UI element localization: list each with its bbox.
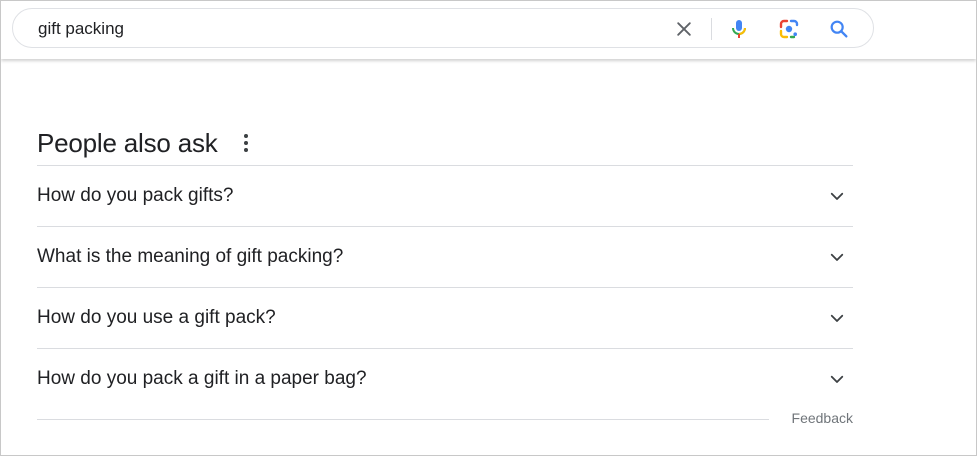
browser-viewport: People also ask How do you pack gifts? W… [0,0,977,456]
search-icon [830,20,848,38]
chevron-down-icon [825,245,849,269]
voice-search-button[interactable] [723,13,755,45]
feedback-link[interactable]: Feedback [792,410,853,426]
feedback-row: Feedback [37,407,853,431]
paa-question-text: How do you use a gift pack? [37,307,276,328]
search-submit-button[interactable] [823,13,855,45]
people-also-ask: People also ask How do you pack gifts? W… [37,121,853,409]
paa-question[interactable]: How do you pack gifts? [37,166,853,227]
camera-lens-icon [779,19,799,39]
microphone-icon [732,20,746,38]
paa-question[interactable]: How do you use a gift pack? [37,288,853,349]
feedback-divider [37,419,769,420]
more-vert-icon[interactable] [238,131,254,155]
search-input[interactable] [38,18,638,40]
paa-question-text: How do you pack a gift in a paper bag? [37,368,367,389]
paa-question-text: How do you pack gifts? [37,185,234,206]
chevron-down-icon [825,184,849,208]
paa-question-text: What is the meaning of gift packing? [37,246,344,267]
image-search-button[interactable] [773,13,805,45]
search-header [1,1,976,59]
chevron-down-icon [825,367,849,391]
search-divider [711,18,712,40]
paa-header: People also ask [37,121,853,165]
clear-search-button[interactable] [668,13,700,45]
paa-question[interactable]: How do you pack a gift in a paper bag? [37,349,853,409]
chevron-down-icon [825,306,849,330]
paa-list: How do you pack gifts? What is the meani… [37,165,853,409]
paa-question[interactable]: What is the meaning of gift packing? [37,227,853,288]
close-icon [677,22,691,36]
search-box[interactable] [12,8,874,48]
paa-title: People also ask [37,127,218,158]
